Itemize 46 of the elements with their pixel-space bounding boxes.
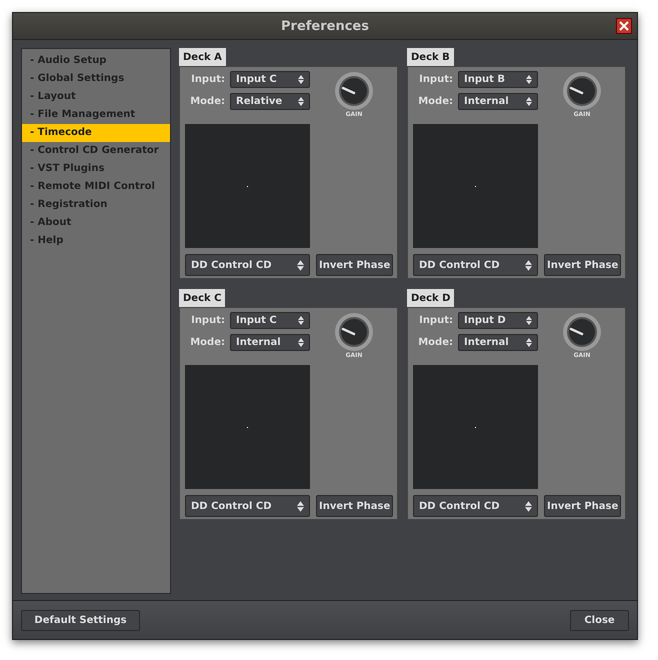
- invert-phase-button[interactable]: Invert Phase: [316, 254, 394, 276]
- updown-icon: [526, 338, 532, 347]
- updown-icon: [525, 500, 532, 512]
- control-dropdown[interactable]: DD Control CD: [413, 254, 538, 276]
- input-dropdown[interactable]: Input C: [230, 71, 310, 88]
- control-dropdown[interactable]: DD Control CD: [185, 254, 310, 276]
- updown-icon: [526, 97, 532, 106]
- mode-dropdown[interactable]: Internal: [458, 93, 538, 110]
- updown-icon: [298, 75, 304, 84]
- invert-phase-button[interactable]: Invert Phase: [544, 254, 622, 276]
- sidebar-item[interactable]: - Timecode: [22, 124, 170, 142]
- mode-label: Mode:: [417, 337, 453, 348]
- gain-knob[interactable]: [334, 312, 374, 352]
- control-dropdown[interactable]: DD Control CD: [185, 495, 310, 517]
- window-title: Preferences: [281, 18, 369, 34]
- invert-phase-button[interactable]: Invert Phase: [316, 495, 394, 517]
- gain-knob[interactable]: [334, 71, 374, 111]
- mode-dropdown[interactable]: Internal: [458, 334, 538, 351]
- mode-label: Mode:: [189, 96, 225, 107]
- updown-icon: [526, 75, 532, 84]
- input-label: Input:: [418, 74, 453, 85]
- input-label: Input:: [190, 315, 225, 326]
- close-button[interactable]: [616, 18, 632, 34]
- control-dropdown[interactable]: DD Control CD: [413, 495, 538, 517]
- mode-dropdown[interactable]: Relative: [230, 93, 310, 110]
- close-icon: [619, 21, 629, 31]
- input-dropdown[interactable]: Input B: [458, 71, 538, 88]
- updown-icon: [298, 338, 304, 347]
- updown-icon: [525, 260, 532, 270]
- input-dropdown[interactable]: Input D: [458, 312, 538, 329]
- updown-icon: [297, 500, 304, 512]
- mode-dropdown[interactable]: Internal: [230, 334, 310, 351]
- input-label: Input:: [190, 74, 225, 85]
- default-settings-button[interactable]: Default Settings: [21, 610, 140, 630]
- input-dropdown[interactable]: Input C: [230, 312, 310, 329]
- mode-label: Mode:: [417, 96, 453, 107]
- updown-icon: [297, 260, 304, 270]
- updown-icon: [298, 97, 304, 106]
- mode-label: Mode:: [189, 337, 225, 348]
- updown-icon: [526, 316, 532, 325]
- gain-knob[interactable]: [562, 312, 602, 352]
- invert-phase-button[interactable]: Invert Phase: [544, 495, 622, 517]
- input-label: Input:: [418, 315, 453, 326]
- close-dialog-button[interactable]: Close: [570, 610, 629, 630]
- updown-icon: [298, 316, 304, 325]
- gain-knob[interactable]: [562, 71, 602, 111]
